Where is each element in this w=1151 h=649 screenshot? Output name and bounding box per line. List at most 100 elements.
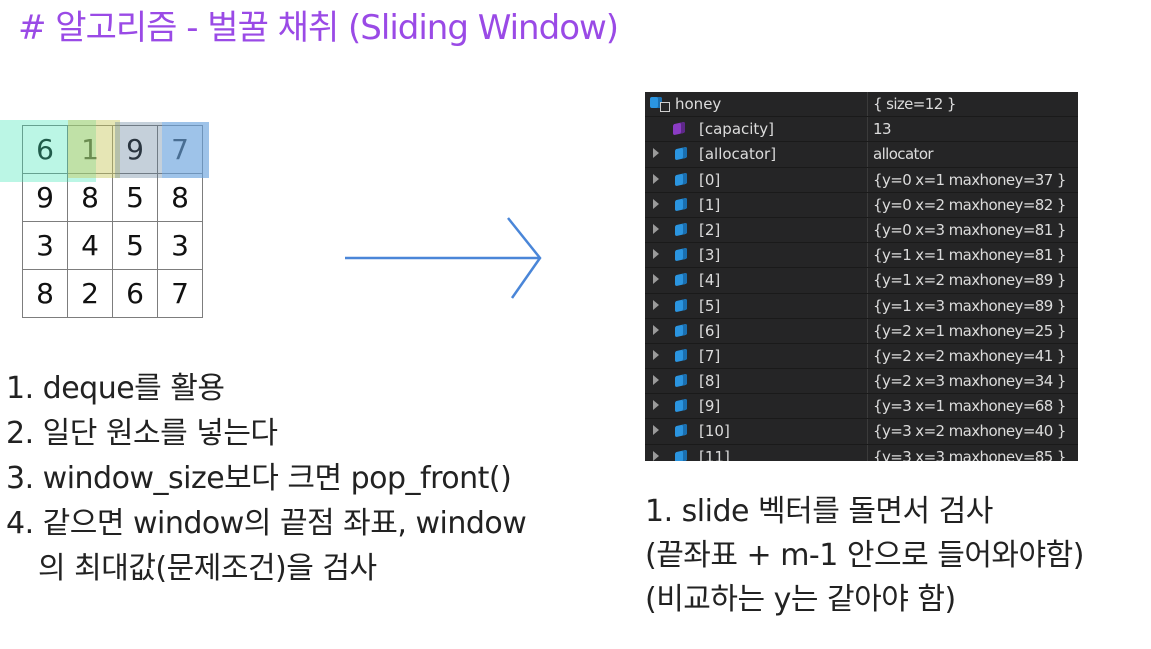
grid-cell: 1 bbox=[67, 125, 113, 174]
name-column: [2] bbox=[645, 217, 868, 243]
watch-value: {y=2 x=1 maxhoney=25 } bbox=[873, 321, 1066, 340]
honey-grid: 6 1 9 7 9 8 5 8 3 4 5 3 8 2 6 7 bbox=[0, 120, 209, 325]
watch-name: [11] bbox=[699, 447, 730, 461]
object-icon bbox=[675, 424, 687, 438]
grid-cell: 7 bbox=[157, 125, 203, 174]
watch-name: [9] bbox=[699, 397, 721, 416]
grid-row: 6 1 9 7 bbox=[22, 125, 203, 174]
name-column: [capacity] bbox=[645, 117, 868, 142]
name-column: [allocator] bbox=[645, 142, 868, 167]
expand-chevron-icon[interactable] bbox=[653, 450, 659, 461]
watch-name: [capacity] bbox=[699, 120, 775, 139]
name-column: [6] bbox=[645, 318, 868, 343]
watch-name: [allocator] bbox=[699, 145, 777, 164]
watch-row[interactable]: [11] {y=3 x=3 maxhoney=85 } bbox=[645, 444, 1078, 461]
grid-cell: 3 bbox=[157, 221, 203, 270]
expand-chevron-icon[interactable] bbox=[653, 425, 659, 436]
watch-row[interactable]: [3] {y=1 x=1 maxhoney=81 } bbox=[645, 243, 1078, 269]
watch-row-root[interactable]: honey { size=12 } bbox=[645, 92, 1078, 118]
grid-row: 9 8 5 8 bbox=[22, 173, 203, 222]
watch-row[interactable]: [9] {y=3 x=1 maxhoney=68 } bbox=[645, 394, 1078, 420]
watch-row[interactable]: [6] {y=2 x=1 maxhoney=25 } bbox=[645, 318, 1078, 344]
slide-title: # 알고리즘 - 벌꿀 채취 (Sliding Window) bbox=[18, 8, 619, 48]
step-item: 1. deque를 활용 bbox=[6, 371, 225, 406]
watch-value: {y=2 x=3 maxhoney=34 } bbox=[873, 372, 1066, 391]
watch-row[interactable]: [allocator] allocator bbox=[645, 142, 1078, 168]
right-arrow-icon bbox=[345, 217, 542, 299]
expand-chevron-icon[interactable] bbox=[653, 400, 659, 411]
watch-row[interactable]: [0] {y=0 x=1 maxhoney=37 } bbox=[645, 167, 1078, 193]
step-item: 의 최대값(문제조건)을 검사 bbox=[38, 551, 377, 586]
expand-chevron-icon[interactable] bbox=[653, 249, 659, 260]
grid-cell: 9 bbox=[112, 125, 158, 174]
watch-value: {y=1 x=2 maxhoney=89 } bbox=[873, 271, 1066, 290]
watch-value: {y=3 x=1 maxhoney=68 } bbox=[873, 397, 1066, 416]
watch-row[interactable]: [2] {y=0 x=3 maxhoney=81 } bbox=[645, 217, 1078, 244]
name-column: [7] bbox=[645, 343, 868, 369]
watch-name: [4] bbox=[699, 271, 721, 290]
watch-name: [10] bbox=[699, 422, 730, 441]
expand-chevron-icon[interactable] bbox=[653, 274, 659, 285]
expand-chevron-icon[interactable] bbox=[653, 349, 659, 360]
name-column: [1] bbox=[645, 192, 868, 217]
watch-row[interactable]: [5] {y=1 x=3 maxhoney=89 } bbox=[645, 293, 1078, 319]
expand-chevron-icon[interactable] bbox=[653, 299, 659, 310]
watch-row[interactable]: [1] {y=0 x=2 maxhoney=82 } bbox=[645, 192, 1078, 218]
watch-value: {y=1 x=3 maxhoney=89 } bbox=[873, 296, 1066, 315]
expand-chevron-icon[interactable] bbox=[653, 324, 659, 335]
grid-cell: 8 bbox=[157, 173, 203, 222]
expand-chevron-icon[interactable] bbox=[653, 223, 659, 234]
watch-value: allocator bbox=[873, 145, 934, 164]
watch-name: [5] bbox=[699, 296, 721, 315]
name-column: [5] bbox=[645, 293, 868, 318]
watch-name: [2] bbox=[699, 220, 721, 239]
object-icon bbox=[675, 449, 687, 461]
object-icon bbox=[675, 247, 687, 262]
object-icon bbox=[675, 172, 687, 186]
name-column: honey bbox=[645, 92, 868, 117]
grid-cell: 6 bbox=[22, 125, 68, 174]
notes-list: 1. slide 벡터를 돌면서 검사 (끝좌표 + m-1 안으로 들어와야함… bbox=[645, 490, 1084, 622]
object-icon bbox=[675, 348, 687, 363]
watch-value: {y=0 x=2 maxhoney=82 } bbox=[873, 195, 1066, 214]
grid-row: 8 2 6 7 bbox=[22, 269, 203, 318]
name-column: [11] bbox=[645, 444, 868, 461]
grid-cell: 7 bbox=[157, 269, 203, 318]
grid-cell: 8 bbox=[22, 269, 68, 318]
object-icon bbox=[675, 197, 687, 212]
grid-table: 6 1 9 7 9 8 5 8 3 4 5 3 8 2 6 7 bbox=[22, 125, 203, 318]
grid-cell: 5 bbox=[112, 221, 158, 270]
watch-row[interactable]: [10] {y=3 x=2 maxhoney=40 } bbox=[645, 419, 1078, 445]
grid-cell: 3 bbox=[22, 221, 68, 270]
note-item: (비교하는 y는 같아야 함) bbox=[645, 582, 956, 617]
object-icon bbox=[675, 373, 687, 388]
watch-name: [3] bbox=[699, 246, 721, 265]
watch-value: { size=12 } bbox=[873, 95, 956, 113]
watch-row[interactable]: [4] {y=1 x=2 maxhoney=89 } bbox=[645, 268, 1078, 294]
watch-name: [8] bbox=[699, 372, 721, 391]
grid-cell: 2 bbox=[67, 269, 113, 318]
watch-name: [6] bbox=[699, 321, 721, 340]
watch-value: {y=3 x=2 maxhoney=40 } bbox=[873, 422, 1066, 441]
expand-chevron-icon[interactable] bbox=[653, 148, 659, 159]
watch-value: {y=1 x=1 maxhoney=81 } bbox=[873, 246, 1066, 265]
name-column: [4] bbox=[645, 268, 868, 293]
note-item: 1. slide 벡터를 돌면서 검사 bbox=[645, 494, 993, 529]
expand-chevron-icon[interactable] bbox=[653, 198, 659, 209]
watch-name: honey bbox=[675, 95, 722, 113]
note-item: (끝좌표 + m-1 안으로 들어와야함) bbox=[645, 538, 1084, 573]
name-column: [10] bbox=[645, 419, 868, 444]
name-column: [9] bbox=[645, 394, 868, 419]
name-column: [8] bbox=[645, 369, 868, 394]
object-icon bbox=[675, 273, 687, 287]
expand-chevron-icon[interactable] bbox=[653, 173, 659, 184]
expand-chevron-icon[interactable] bbox=[653, 375, 659, 386]
watch-row[interactable]: [8] {y=2 x=3 maxhoney=34 } bbox=[645, 369, 1078, 395]
grid-cell: 8 bbox=[67, 173, 113, 222]
watch-name: [0] bbox=[699, 170, 721, 189]
watch-name: [7] bbox=[699, 346, 721, 365]
name-column: [3] bbox=[645, 243, 868, 268]
watch-row[interactable]: [7] {y=2 x=2 maxhoney=41 } bbox=[645, 343, 1078, 370]
watch-row[interactable]: [capacity] 13 bbox=[645, 117, 1078, 143]
expand-box-icon[interactable] bbox=[660, 102, 670, 112]
